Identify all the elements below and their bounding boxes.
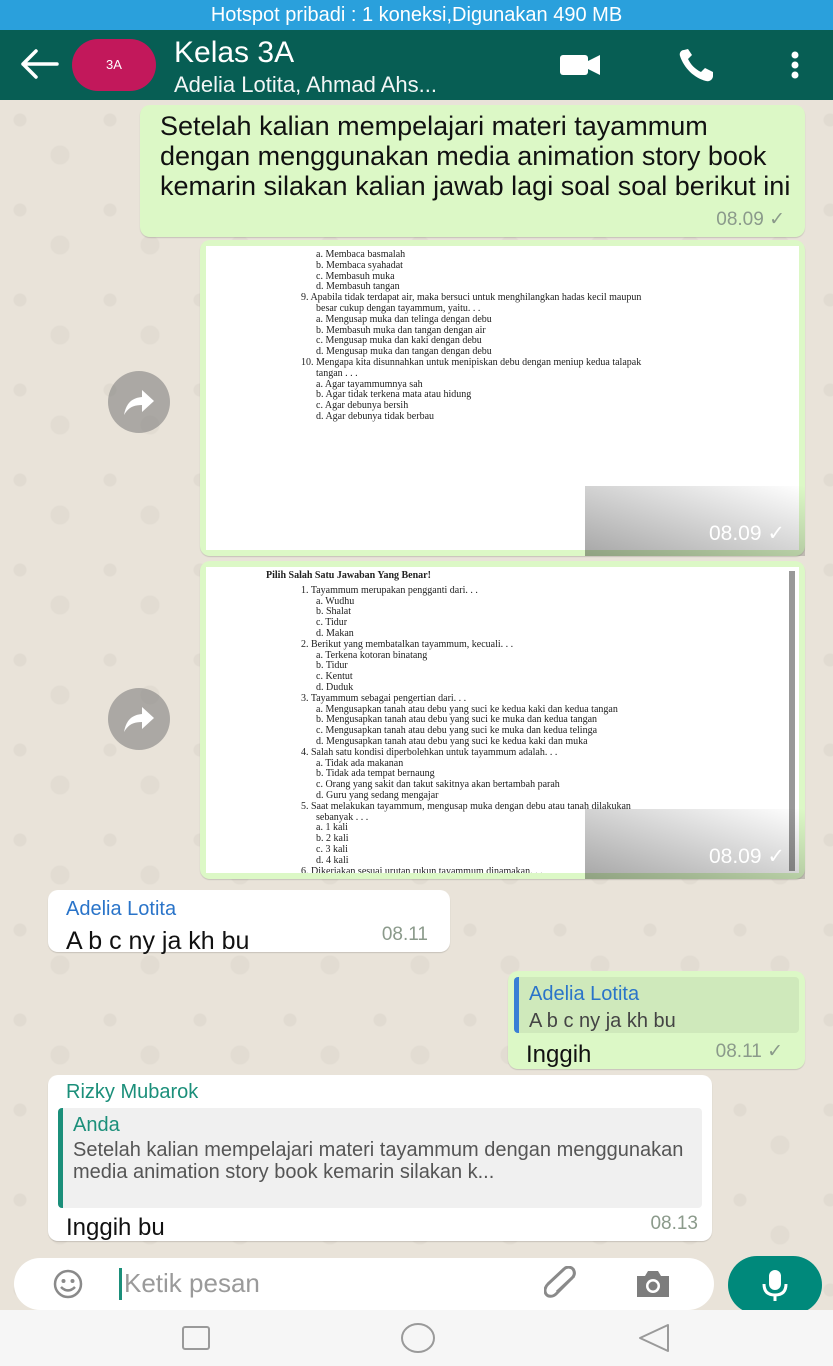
worksheet-line: 9. Apabila tidak terdapat air, maka bers… bbox=[301, 292, 642, 304]
chat-title[interactable]: Kelas 3A bbox=[174, 36, 294, 70]
camera-icon[interactable] bbox=[634, 1268, 672, 1305]
chat-area[interactable]: Setelah kalian mempelajari materi tayamm… bbox=[0, 100, 833, 1310]
worksheet-line: d. Duduk bbox=[316, 681, 354, 693]
quoted-message[interactable]: Adelia Lotita A b c ny ja kh bu bbox=[514, 977, 799, 1033]
message-bubble-incoming-reply[interactable]: Rizky Mubarok Anda Setelah kalian mempel… bbox=[48, 1075, 712, 1241]
message-text: Setelah kalian mempelajari materi tayamm… bbox=[160, 111, 791, 201]
image-message-2[interactable]: Pilih Salah Satu Jawaban Yang Benar! 1. T… bbox=[200, 561, 805, 879]
worksheet-line: c. Orang yang sakit dan takut sakitnya a… bbox=[316, 779, 560, 791]
worksheet-line: b. Tidur bbox=[316, 660, 348, 672]
worksheet-line: 10. Mengapa kita disunnahkan untuk menip… bbox=[301, 356, 642, 368]
single-tick-icon: ✓ bbox=[769, 209, 785, 230]
message-text: A b c ny ja kh bu bbox=[66, 927, 250, 955]
worksheet-title: Pilih Salah Satu Jawaban Yang Benar! bbox=[266, 570, 431, 581]
worksheet-line: a. Wudhu bbox=[316, 595, 355, 607]
worksheet-line: c. Kentut bbox=[316, 671, 353, 683]
emoji-icon[interactable] bbox=[52, 1268, 84, 1305]
quoted-sender: Adelia Lotita bbox=[529, 983, 640, 1005]
message-time: 08.09 bbox=[708, 522, 762, 545]
worksheet-line: 3. Tayammum sebagai pengertian dari. . . bbox=[301, 692, 467, 704]
worksheet-line: d. Agar debunya tidak berbau bbox=[316, 410, 435, 422]
message-time: 08.09 bbox=[708, 845, 762, 868]
message-composer[interactable]: Ketik pesan bbox=[14, 1258, 714, 1310]
quoted-message[interactable]: Anda Setelah kalian mempelajari materi t… bbox=[58, 1108, 702, 1208]
single-tick-icon: ✓ bbox=[767, 1041, 783, 1062]
message-meta: 08.09 ✓ bbox=[709, 521, 785, 546]
more-vert-icon[interactable] bbox=[780, 46, 810, 84]
message-text: Inggih bu bbox=[66, 1214, 165, 1241]
message-bubble-incoming[interactable]: Adelia Lotita A b c ny ja kh bu 08.11 bbox=[48, 890, 450, 955]
mic-button[interactable] bbox=[728, 1256, 822, 1314]
message-time: 08.11 bbox=[381, 924, 428, 945]
worksheet-line: c. Agar debunya bersih bbox=[316, 400, 409, 412]
worksheet-line: a. Mengusap muka dan telinga dengan debu bbox=[316, 313, 492, 325]
worksheet-line: c. Membasuh muka bbox=[316, 270, 395, 282]
quoted-text: A b c ny ja kh bu bbox=[529, 1010, 676, 1032]
video-call-icon[interactable] bbox=[558, 46, 600, 84]
worksheet-line: b. Shalat bbox=[316, 606, 351, 618]
chat-header: 3A Kelas 3A Adelia Lotita, Ahmad Ahs... bbox=[0, 30, 833, 100]
worksheet-line: a. Terkena kotoran binatang bbox=[316, 649, 428, 661]
home-button[interactable] bbox=[400, 1322, 436, 1359]
voice-call-icon[interactable] bbox=[676, 46, 716, 84]
worksheet-line: a. Membaca basmalah bbox=[316, 249, 406, 260]
worksheet-line: besar cukup dengan tayammum, yaitu. . . bbox=[316, 302, 481, 314]
message-time: 08.11 bbox=[715, 1041, 762, 1062]
worksheet-line: 4. Salah satu kondisi diperbolehkan untu… bbox=[301, 746, 558, 758]
quoted-text: Setelah kalian mempelajari materi tayamm… bbox=[73, 1139, 684, 1183]
worksheet-line: b. Agar tidak terkena mata atau hidung bbox=[316, 389, 472, 401]
worksheet-line: a. Tidak ada makanan bbox=[316, 757, 404, 769]
forward-icon[interactable] bbox=[108, 371, 170, 433]
group-avatar[interactable]: 3A bbox=[72, 39, 156, 91]
worksheet-line: 2. Berikut yang membatalkan tayammum, ke… bbox=[301, 638, 514, 650]
forward-icon[interactable] bbox=[108, 688, 170, 750]
hotspot-status-bar: Hotspot pribadi : 1 koneksi,Digunakan 49… bbox=[0, 0, 833, 30]
system-nav-bar bbox=[0, 1310, 833, 1366]
single-tick-icon: ✓ bbox=[767, 845, 785, 868]
recent-apps-button[interactable] bbox=[180, 1324, 212, 1357]
message-bubble-outgoing[interactable]: Setelah kalian mempelajari materi tayamm… bbox=[140, 105, 805, 237]
back-arrow-icon[interactable] bbox=[20, 48, 60, 80]
chat-participants[interactable]: Adelia Lotita, Ahmad Ahs... bbox=[174, 72, 437, 98]
message-time: 08.13 bbox=[650, 1213, 698, 1234]
message-time: 08.09 bbox=[716, 209, 764, 230]
worksheet-line: 1. Tayammum merupakan pengganti dari. . … bbox=[301, 584, 478, 596]
quoted-sender: Anda bbox=[73, 1114, 120, 1136]
text-caret bbox=[119, 1268, 122, 1300]
message-meta: 08.09 ✓ bbox=[716, 208, 785, 231]
message-meta: 08.11 ✓ bbox=[716, 1040, 783, 1063]
worksheet-line: c. Mengusap muka dan kaki dengan debu bbox=[316, 335, 482, 347]
worksheet-line: a. Agar tayammumnya sah bbox=[316, 378, 423, 390]
message-bubble-outgoing-reply[interactable]: Adelia Lotita A b c ny ja kh bu Inggih 0… bbox=[508, 971, 805, 1069]
sender-name[interactable]: Adelia Lotita bbox=[66, 898, 432, 921]
worksheet-line: c. Tidur bbox=[316, 617, 348, 629]
mic-icon bbox=[761, 1269, 789, 1308]
back-button[interactable] bbox=[636, 1322, 672, 1359]
message-input[interactable]: Ketik pesan bbox=[124, 1268, 260, 1299]
worksheet-line: b. Membasuh muka dan tangan dengan air bbox=[316, 324, 486, 336]
message-meta: 08.09 ✓ bbox=[709, 844, 785, 869]
image-message-1[interactable]: a. Membaca basmalah b. Membaca syahadat c.… bbox=[200, 240, 805, 556]
sender-name[interactable]: Rizky Mubarok bbox=[66, 1081, 702, 1104]
attach-icon[interactable] bbox=[543, 1265, 584, 1307]
single-tick-icon: ✓ bbox=[767, 522, 785, 545]
worksheet-line: b. Membaca syahadat bbox=[316, 259, 403, 271]
worksheet-line: tangan . . . bbox=[316, 367, 358, 379]
